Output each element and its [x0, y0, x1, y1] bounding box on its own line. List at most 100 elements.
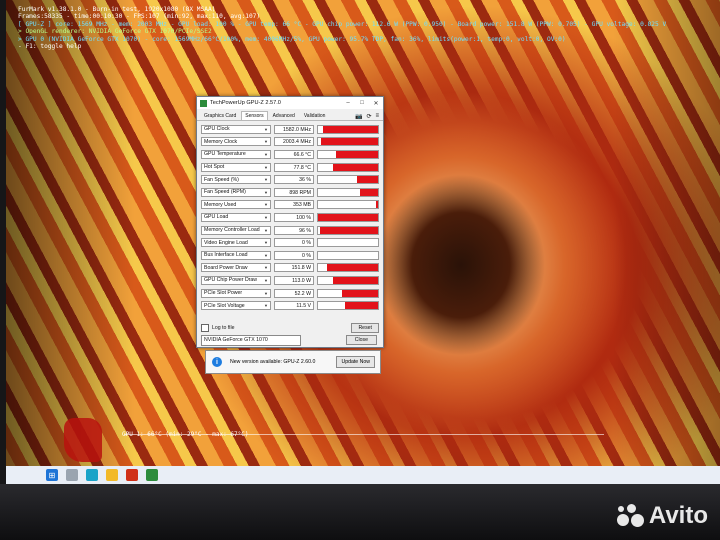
- gpu-select-dropdown[interactable]: NVIDIA GeForce GTX 1070: [201, 335, 301, 346]
- gpuz-titlebar[interactable]: TechPowerUp GPU-Z 2.57.0 – □ ✕: [197, 97, 383, 109]
- update-notification: i New version available: GPU-Z 2.60.0 Up…: [205, 350, 381, 374]
- sensor-label-dropdown[interactable]: Memory Controller Load ▼: [201, 225, 271, 235]
- avito-wordmark: Avito: [648, 502, 708, 529]
- maximize-button[interactable]: □: [355, 100, 369, 106]
- temperature-graph-label: GPU 1: 66°C (min: 29°C - max: 67°C): [122, 431, 249, 438]
- sensor-row: Memory Controller Load ▼ 96 %: [201, 224, 379, 237]
- update-now-button[interactable]: Update Now: [336, 356, 375, 368]
- dropdown-arrow-icon: ▼: [264, 290, 268, 296]
- search-icon[interactable]: [66, 469, 78, 481]
- sensor-graph-fill: [322, 125, 378, 133]
- dropdown-arrow-icon: ▼: [264, 240, 268, 246]
- osd-title: FurMark v1.38.1.0 - Burn-in test, 1920x1…: [18, 6, 216, 13]
- dropdown-arrow-icon: ▼: [264, 202, 268, 208]
- sensor-graph-fill: [321, 138, 378, 146]
- gpuz-taskbar-icon[interactable]: [146, 469, 158, 481]
- sensor-value: 2003.4 MHz: [274, 137, 314, 147]
- tab-sensors[interactable]: Sensors: [241, 111, 268, 120]
- dropdown-arrow-icon: ▼: [264, 151, 268, 157]
- sensor-label-dropdown[interactable]: Fan Speed (%) ▼: [201, 175, 271, 185]
- sensor-graph-fill: [345, 302, 378, 310]
- sensor-label-dropdown[interactable]: GPU Temperature ▼: [201, 149, 271, 159]
- sensor-graph: [317, 275, 379, 285]
- close-window-button[interactable]: ✕: [369, 100, 383, 107]
- sensor-label-dropdown[interactable]: GPU Clock ▼: [201, 124, 271, 134]
- sensor-graph-fill: [333, 163, 378, 171]
- dropdown-arrow-icon: ▼: [264, 177, 268, 183]
- sensor-value: 898 RPM: [274, 187, 314, 197]
- sensor-label-dropdown[interactable]: Memory Clock ▼: [201, 137, 271, 147]
- sensor-row: Video Engine Load ▼ 0 %: [201, 236, 379, 249]
- sensor-graph: [317, 187, 379, 197]
- sensor-value: 353 MB: [274, 200, 314, 210]
- sensor-label-dropdown[interactable]: Fan Speed (RPM) ▼: [201, 187, 271, 197]
- sensor-graph: [317, 149, 379, 159]
- sensor-value: 11.5 V: [274, 301, 314, 311]
- sensor-row: Bus Interface Load ▼ 0 %: [201, 249, 379, 262]
- menu-icon[interactable]: ≡: [375, 113, 379, 120]
- temperature-graph: [124, 434, 604, 465]
- log-to-file-label: Log to file: [212, 325, 235, 331]
- sensor-graph: [317, 250, 379, 260]
- file-explorer-icon[interactable]: [106, 469, 118, 481]
- sensor-label-dropdown[interactable]: Hot Spot ▼: [201, 162, 271, 172]
- sensor-graph-fill: [375, 201, 378, 209]
- sensor-graph: [317, 200, 379, 210]
- avito-logo-icon: [616, 504, 645, 528]
- gpuz-window: TechPowerUp GPU-Z 2.57.0 – □ ✕ Graphics …: [196, 96, 384, 348]
- osd-gpu0: > GPU 0 (NVIDIA GeForce GTX 1070) - core…: [18, 35, 566, 43]
- gpuz-title: TechPowerUp GPU-Z 2.57.0: [210, 100, 281, 106]
- sensor-value: 113.0 W: [274, 275, 314, 285]
- close-button[interactable]: Close: [345, 335, 377, 345]
- update-text: New version available: GPU-Z 2.60.0: [230, 359, 316, 365]
- dropdown-arrow-icon: ▼: [264, 227, 268, 233]
- sensor-graph: [317, 225, 379, 235]
- sensor-value: 100 %: [274, 212, 314, 222]
- tab-graphics-card[interactable]: Graphics Card: [200, 111, 240, 120]
- edge-browser-icon[interactable]: [86, 469, 98, 481]
- sensor-label-dropdown[interactable]: GPU Chip Power Draw ▼: [201, 275, 271, 285]
- camera-icon[interactable]: 📷: [355, 113, 362, 120]
- sensor-graph-fill: [360, 188, 378, 196]
- refresh-icon[interactable]: ⟳: [366, 113, 371, 120]
- sensor-graph: [317, 238, 379, 248]
- sensor-graph-fill: [333, 276, 378, 284]
- dropdown-arrow-icon: ▼: [264, 265, 268, 271]
- sensor-label-dropdown[interactable]: PCIe Slot Voltage ▼: [201, 301, 271, 311]
- sensor-row: GPU Chip Power Draw ▼ 113.0 W: [201, 274, 379, 287]
- tab-advanced[interactable]: Advanced: [269, 111, 299, 120]
- sensor-value: 52.2 W: [274, 288, 314, 298]
- sensor-value: 0 %: [274, 250, 314, 260]
- dropdown-arrow-icon: ▼: [264, 277, 268, 283]
- sensor-value: 66.6 °C: [274, 149, 314, 159]
- sensor-row: GPU Temperature ▼ 66.6 °C: [201, 148, 379, 161]
- reset-button[interactable]: Reset: [351, 323, 379, 333]
- windows-start-icon[interactable]: ⊞: [46, 469, 58, 481]
- dropdown-arrow-icon: ▼: [264, 252, 268, 258]
- sensor-row: Memory Used ▼ 353 MB: [201, 199, 379, 212]
- furmark-taskbar-icon[interactable]: [126, 469, 138, 481]
- sensor-graph: [317, 175, 379, 185]
- sensor-label-dropdown[interactable]: Memory Used ▼: [201, 200, 271, 210]
- furmark-logo: [64, 418, 102, 462]
- sensor-label-dropdown[interactable]: GPU Load ▼: [201, 212, 271, 222]
- sensor-label-dropdown[interactable]: Board Power Draw ▼: [201, 263, 271, 273]
- minimize-button[interactable]: –: [341, 100, 355, 106]
- dropdown-arrow-icon: ▼: [264, 189, 268, 195]
- log-to-file-checkbox[interactable]: [201, 324, 209, 332]
- avito-watermark: Avito: [616, 502, 708, 530]
- sensor-graph-fill: [357, 176, 378, 184]
- sensor-value: 96 %: [274, 225, 314, 235]
- osd-help: - F1: toggle help: [18, 43, 82, 51]
- sensor-graph-fill: [336, 150, 378, 158]
- sensor-label-dropdown[interactable]: Bus Interface Load ▼: [201, 250, 271, 260]
- gpuz-tabs: Graphics Card Sensors Advanced Validatio…: [197, 109, 383, 121]
- windows-taskbar: ⊞: [6, 466, 720, 484]
- dropdown-arrow-icon: ▼: [264, 139, 268, 145]
- sensor-label-dropdown[interactable]: PCIe Slot Power ▼: [201, 288, 271, 298]
- sensor-graph: [317, 124, 379, 134]
- sensor-label-dropdown[interactable]: Video Engine Load ▼: [201, 238, 271, 248]
- tab-validation[interactable]: Validation: [300, 111, 330, 120]
- sensor-graph: [317, 301, 379, 311]
- sensor-value: 36 %: [274, 175, 314, 185]
